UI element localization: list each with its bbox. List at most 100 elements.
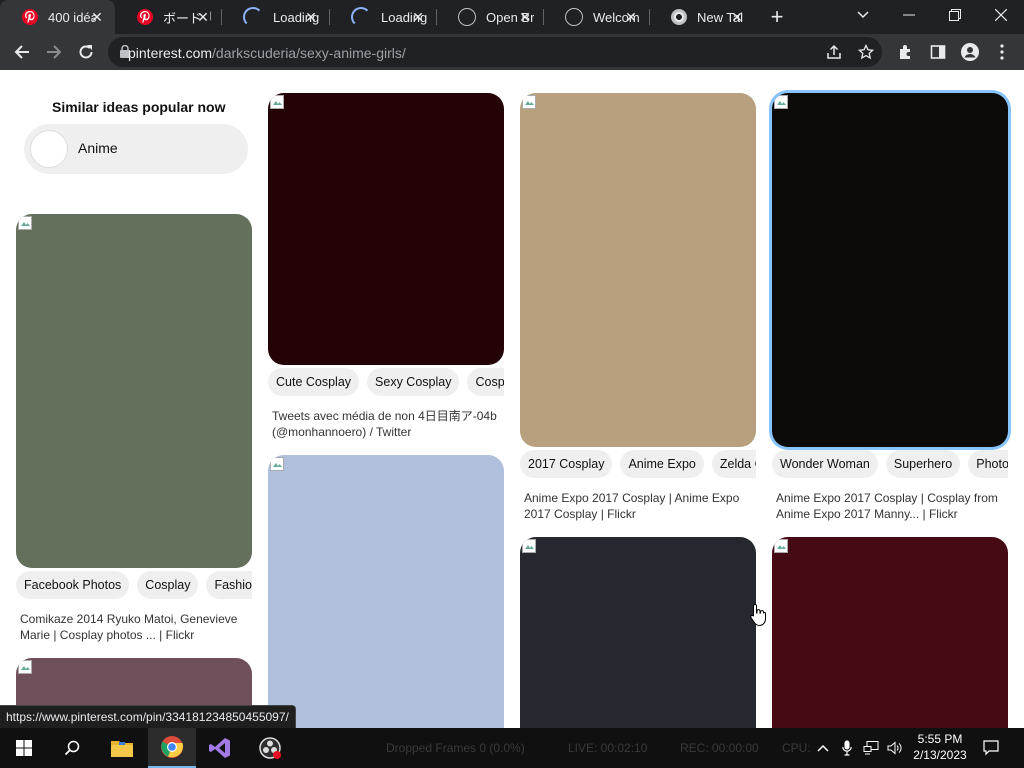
notifications-button[interactable] xyxy=(982,739,1000,757)
back-button[interactable] xyxy=(8,38,36,66)
pin-tag[interactable]: Anime Expo xyxy=(620,450,704,478)
tab-3[interactable]: Loading ✕ xyxy=(221,0,329,34)
close-tab-icon[interactable]: ✕ xyxy=(517,9,533,25)
pin-tag[interactable]: Wonder Woman xyxy=(772,450,878,478)
forward-button[interactable] xyxy=(40,38,68,66)
close-tab-icon[interactable]: ✕ xyxy=(729,9,745,25)
chrome-taskbar-button[interactable] xyxy=(148,728,196,768)
restore-button[interactable] xyxy=(932,0,978,30)
network-icon xyxy=(863,741,879,755)
reload-button[interactable] xyxy=(72,38,100,66)
pin-card[interactable] xyxy=(268,455,504,728)
chevron-up-icon xyxy=(817,744,829,752)
puzzle-icon xyxy=(900,45,910,59)
close-tab-icon[interactable]: ✕ xyxy=(410,9,426,25)
windows-logo-icon xyxy=(16,740,32,756)
pin-description[interactable]: Comikaze 2014 Ryuko Matoi, Genevieve Mar… xyxy=(20,611,250,643)
tab-search-button[interactable] xyxy=(840,0,886,30)
chrome-icon xyxy=(161,736,183,758)
pin-card[interactable] xyxy=(772,537,1008,728)
pin-tag[interactable]: Sexy Cosplay xyxy=(367,368,460,396)
new-tab-button[interactable]: + xyxy=(766,6,788,28)
profile-button[interactable] xyxy=(956,38,984,66)
network-tray-button[interactable] xyxy=(862,739,880,757)
pin-tag-list: 2017 CosplayAnime ExpoZelda Cha xyxy=(520,450,756,478)
forward-arrow-icon xyxy=(47,45,62,59)
pin-description[interactable]: Tweets avec média de non 4日目南ア-04b (@mon… xyxy=(272,408,502,440)
tab-7[interactable]: New Tal ✕ xyxy=(649,0,755,34)
pin-tag[interactable]: Superhero xyxy=(885,450,961,478)
pin-tag-list: Wonder WomanSuperheroPhotogr xyxy=(772,450,1008,478)
broken-image-icon xyxy=(774,95,788,109)
chevron-down-icon xyxy=(857,11,869,19)
visual-studio-button[interactable] xyxy=(196,728,244,768)
share-icon xyxy=(827,44,841,59)
pin-tag[interactable]: Photogr xyxy=(968,450,1008,478)
obs-icon xyxy=(259,737,281,759)
show-hidden-icons-button[interactable] xyxy=(814,739,832,757)
pin-description[interactable]: Anime Expo 2017 Cosplay | Cosplay from A… xyxy=(776,490,1006,522)
globe-icon xyxy=(565,8,583,26)
loading-spinner-icon xyxy=(243,7,263,27)
pin-card[interactable] xyxy=(268,93,504,365)
star-icon xyxy=(858,44,874,60)
link-preview-status: https://www.pinterest.com/pin/3341812348… xyxy=(0,705,296,728)
pin-tag[interactable]: Cosplay xyxy=(137,571,199,599)
menu-button[interactable] xyxy=(988,38,1016,66)
minimize-button[interactable] xyxy=(886,0,932,30)
side-panel-button[interactable] xyxy=(924,38,952,66)
pin-card[interactable] xyxy=(520,537,756,728)
start-button[interactable] xyxy=(0,728,48,768)
loading-spinner-icon xyxy=(351,7,371,27)
pin-tag-list: Cute CosplaySexy CosplayCosplay xyxy=(268,368,504,396)
tab-strip: 400 idéas ✕ ボード「Se ✕ Loading ✕ Loading ✕… xyxy=(0,0,1024,34)
volume-tray-button[interactable] xyxy=(886,739,904,757)
tab-5[interactable]: Open Br ✕ xyxy=(436,0,543,34)
kebab-menu-icon xyxy=(1000,44,1004,60)
obs-rec-timer: REC: 00:00:00 xyxy=(680,741,759,755)
broken-image-icon xyxy=(18,660,32,674)
chip-thumbnail xyxy=(30,130,68,168)
obs-button[interactable] xyxy=(246,728,294,768)
search-icon xyxy=(64,740,80,756)
pin-card[interactable] xyxy=(772,93,1008,447)
pin-card[interactable] xyxy=(520,93,756,447)
pinterest-icon xyxy=(137,9,153,25)
extensions-button[interactable] xyxy=(892,38,920,66)
profile-icon xyxy=(961,43,979,61)
close-tab-icon[interactable]: ✕ xyxy=(195,9,211,25)
close-window-button[interactable] xyxy=(978,0,1024,30)
side-panel-icon xyxy=(930,45,946,59)
pinterest-page: Similar ideas popular now Anime Facebook… xyxy=(0,70,1024,728)
microphone-tray-button[interactable] xyxy=(838,739,856,757)
tab-4[interactable]: Loading ✕ xyxy=(329,0,436,34)
pinterest-icon xyxy=(22,9,38,25)
pin-tag[interactable]: 2017 Cosplay xyxy=(520,450,613,478)
broken-image-icon xyxy=(522,95,536,109)
close-tab-icon[interactable]: ✕ xyxy=(623,9,639,25)
clock-date: 2/13/2023 xyxy=(913,748,967,762)
share-button[interactable] xyxy=(820,38,848,66)
tab-1[interactable]: 400 idéas ✕ xyxy=(0,0,115,34)
close-icon xyxy=(995,9,1007,21)
pin-card[interactable] xyxy=(16,214,252,568)
tab-6[interactable]: Welcom ✕ xyxy=(543,0,649,34)
search-button[interactable] xyxy=(48,728,96,768)
pin-tag[interactable]: Cute Cosplay xyxy=(268,368,360,396)
windows-taskbar: Dropped Frames 0 (0.0%) LIVE: 00:02:10 R… xyxy=(0,728,1024,768)
tab-2[interactable]: ボード「Se ✕ xyxy=(115,0,221,34)
pin-tag[interactable]: Zelda Cha xyxy=(711,450,756,478)
bookmark-button[interactable] xyxy=(852,38,880,66)
similar-idea-chip[interactable]: Anime xyxy=(24,124,248,174)
pin-tag[interactable]: Fashion xyxy=(206,571,252,599)
pin-tag[interactable]: Cosplay xyxy=(467,368,504,396)
pin-tag[interactable]: Facebook Photos xyxy=(16,571,130,599)
file-explorer-button[interactable] xyxy=(98,728,146,768)
address-bar[interactable]: pinterest.com/darkscuderia/sexy-anime-gi… xyxy=(108,37,882,67)
close-tab-icon[interactable]: ✕ xyxy=(89,9,105,25)
restore-icon xyxy=(949,9,961,21)
pin-description[interactable]: Anime Expo 2017 Cosplay | Anime Expo 201… xyxy=(524,490,754,522)
close-tab-icon[interactable]: ✕ xyxy=(303,9,319,25)
system-clock[interactable]: 5:55 PM 2/13/2023 xyxy=(908,731,972,763)
clock-time: 5:55 PM xyxy=(917,732,963,746)
